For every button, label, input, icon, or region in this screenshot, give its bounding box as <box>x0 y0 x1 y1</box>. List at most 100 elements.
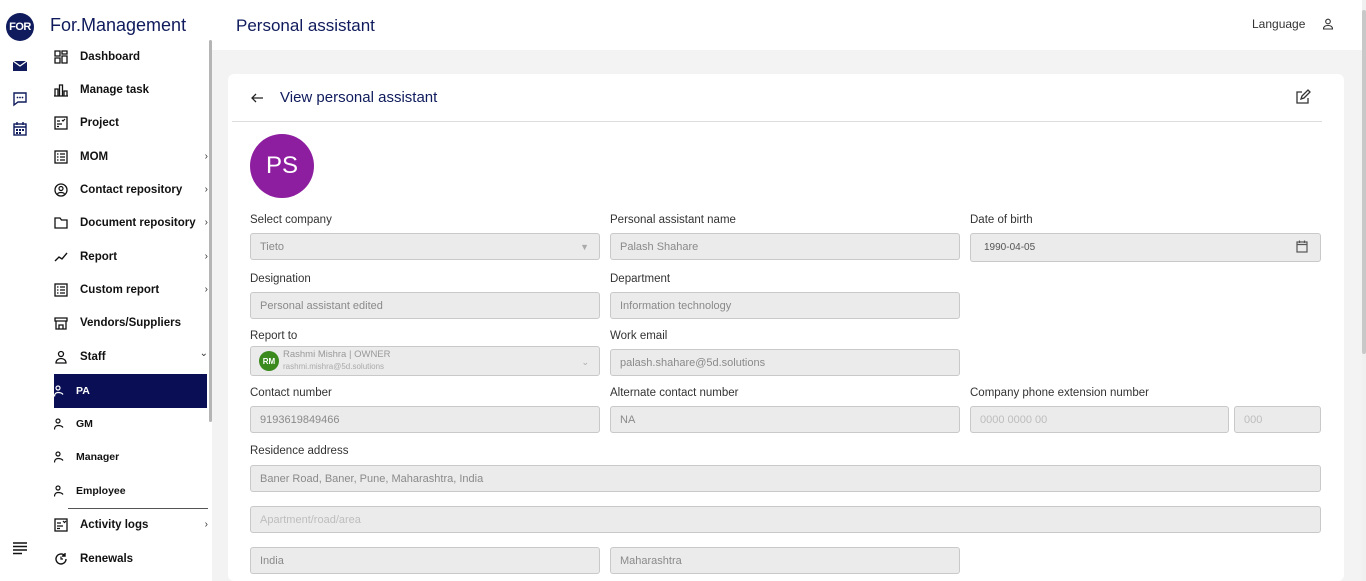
top-header: Personal assistant Language <box>212 0 1366 50</box>
activity-icon <box>54 518 68 532</box>
person-icon <box>54 385 64 397</box>
state-field[interactable]: Maharashtra <box>610 547 960 574</box>
person-icon <box>54 350 68 364</box>
content-card <box>228 74 1344 581</box>
calendar-icon[interactable] <box>12 121 28 137</box>
sidebar-subitem-label: Employee <box>76 485 126 497</box>
app-logo[interactable]: FOR <box>6 13 34 41</box>
sidebar-item-staff[interactable]: Staff ⌄ <box>40 342 212 372</box>
folder-icon <box>54 216 68 230</box>
chevron-right-icon: › <box>204 519 208 530</box>
contact-number-field[interactable]: 9193619849466 <box>250 406 600 433</box>
card-title: View personal assistant <box>280 89 438 106</box>
country-field[interactable]: India <box>250 547 600 574</box>
sidebar-item-label: Project <box>80 117 119 129</box>
report-to-field[interactable]: RM Rashmi Mishra | OWNER rashmi.mishra@5… <box>250 346 600 376</box>
chevron-right-icon: › <box>204 184 208 195</box>
brand-title: For.Management <box>50 15 187 35</box>
sidebar-item-report[interactable]: Report › <box>40 242 212 272</box>
select-company-field[interactable]: Tieto ▼ <box>250 233 600 260</box>
language-selector[interactable]: Language <box>1252 17 1305 31</box>
pa-name-field[interactable]: Palash Shahare <box>610 233 960 260</box>
chevron-right-icon: › <box>204 251 208 262</box>
list-icon <box>54 150 68 164</box>
select-company-value: Tieto <box>260 240 285 253</box>
sidebar-subitem-label: GM <box>76 418 93 430</box>
mail-icon[interactable] <box>12 58 28 74</box>
sidebar-item-label: Vendors/Suppliers <box>80 317 181 329</box>
sidebar-item-document-repository[interactable]: Document repository › <box>40 208 212 238</box>
designation-label: Designation <box>250 273 311 285</box>
page-scrollbar[interactable] <box>1362 0 1366 581</box>
person-icon <box>54 418 64 430</box>
person-icon <box>54 485 64 497</box>
report-to-email: rashmi.mishra@5d.solutions <box>283 362 385 371</box>
work-email-label: Work email <box>610 330 668 342</box>
calendar-icon[interactable] <box>1296 240 1308 253</box>
sidebar-subitem-gm[interactable]: GM <box>54 407 207 441</box>
dashboard-icon <box>54 50 68 64</box>
department-field[interactable]: Information technology <box>610 292 960 319</box>
sidebar-item-label: Contact repository <box>80 184 183 196</box>
caret-down-icon: ▼ <box>580 242 589 252</box>
avatar: RM <box>259 351 279 371</box>
residence-label: Residence address <box>250 445 349 457</box>
dob-field[interactable]: 1990-04-05 <box>970 233 1321 262</box>
sidebar-item-vendors[interactable]: Vendors/Suppliers <box>40 308 212 338</box>
report-to-name: Rashmi Mishra | OWNER <box>283 349 391 360</box>
page-scrollbar-thumb[interactable] <box>1362 10 1366 354</box>
chevron-down-icon: ⌄ <box>581 357 589 367</box>
apartment-field[interactable]: Apartment/road/area <box>250 506 1321 533</box>
work-email-field[interactable]: palash.shahare@5d.solutions <box>610 349 960 376</box>
sidebar-item-label: Dashboard <box>80 51 141 63</box>
chat-icon[interactable] <box>12 91 28 107</box>
sidebar-item-custom-report[interactable]: Custom report › <box>40 275 212 305</box>
contact-icon <box>54 183 68 197</box>
pa-name-label: Personal assistant name <box>610 214 736 226</box>
menu-icon[interactable] <box>12 540 28 556</box>
back-arrow-icon[interactable] <box>250 91 264 105</box>
edit-icon[interactable] <box>1295 89 1311 105</box>
card-header: View personal assistant <box>232 84 1322 122</box>
chevron-right-icon: › <box>204 151 208 162</box>
list-icon <box>54 283 68 297</box>
sidebar-subitem-label: PA <box>76 385 90 397</box>
phone-ext-label: Company phone extension number <box>970 387 1150 399</box>
sidebar-item-dashboard[interactable]: Dashboard <box>40 42 212 72</box>
chevron-down-icon: ⌄ <box>199 348 208 359</box>
contact-number-label: Contact number <box>250 387 332 399</box>
residence-address-field[interactable]: Baner Road, Baner, Pune, Maharashtra, In… <box>250 465 1321 492</box>
chevron-right-icon: › <box>204 284 208 295</box>
report-to-label: Report to <box>250 330 298 342</box>
sidebar-item-label: Document repository <box>80 217 196 229</box>
sidebar-item-contact-repository[interactable]: Contact repository › <box>40 175 212 205</box>
project-icon <box>54 116 68 130</box>
sidebar-subitem-manager[interactable]: Manager <box>54 440 207 474</box>
renew-icon <box>54 552 68 566</box>
sidebar-item-manage-task[interactable]: Manage task <box>40 75 212 105</box>
sidebar-item-label: Manage task <box>80 84 150 96</box>
sidebar-subitem-pa[interactable]: PA <box>54 374 207 408</box>
sidebar-item-label: MOM <box>80 151 109 163</box>
trend-icon <box>54 250 68 264</box>
alt-contact-field[interactable]: NA <box>610 406 960 433</box>
company-phone-field[interactable]: 0000 0000 00 <box>970 406 1229 433</box>
icon-rail: FOR <box>0 0 40 581</box>
avatar: PS <box>250 134 314 198</box>
dob-label: Date of birth <box>970 214 1033 226</box>
sidebar-item-project[interactable]: Project <box>40 108 212 138</box>
sidebar-item-mom[interactable]: MOM › <box>40 142 212 172</box>
divider <box>68 508 208 509</box>
dob-value: 1990-04-05 <box>984 242 1036 253</box>
sidebar-item-label: Renewals <box>80 553 134 565</box>
sidebar-subitem-employee[interactable]: Employee <box>54 474 207 508</box>
page-title: Personal assistant <box>236 16 375 35</box>
sidebar: Dashboard Manage task Project MOM › Cont… <box>40 40 212 581</box>
designation-field[interactable]: Personal assistant edited <box>250 292 600 319</box>
user-icon[interactable] <box>1322 18 1334 30</box>
sidebar-item-activity-logs[interactable]: Activity logs › <box>40 510 212 540</box>
person-icon <box>54 451 64 463</box>
extension-field[interactable]: 000 <box>1234 406 1321 433</box>
sidebar-item-renewals[interactable]: Renewals <box>40 544 212 574</box>
sidebar-subitem-label: Manager <box>76 451 120 463</box>
